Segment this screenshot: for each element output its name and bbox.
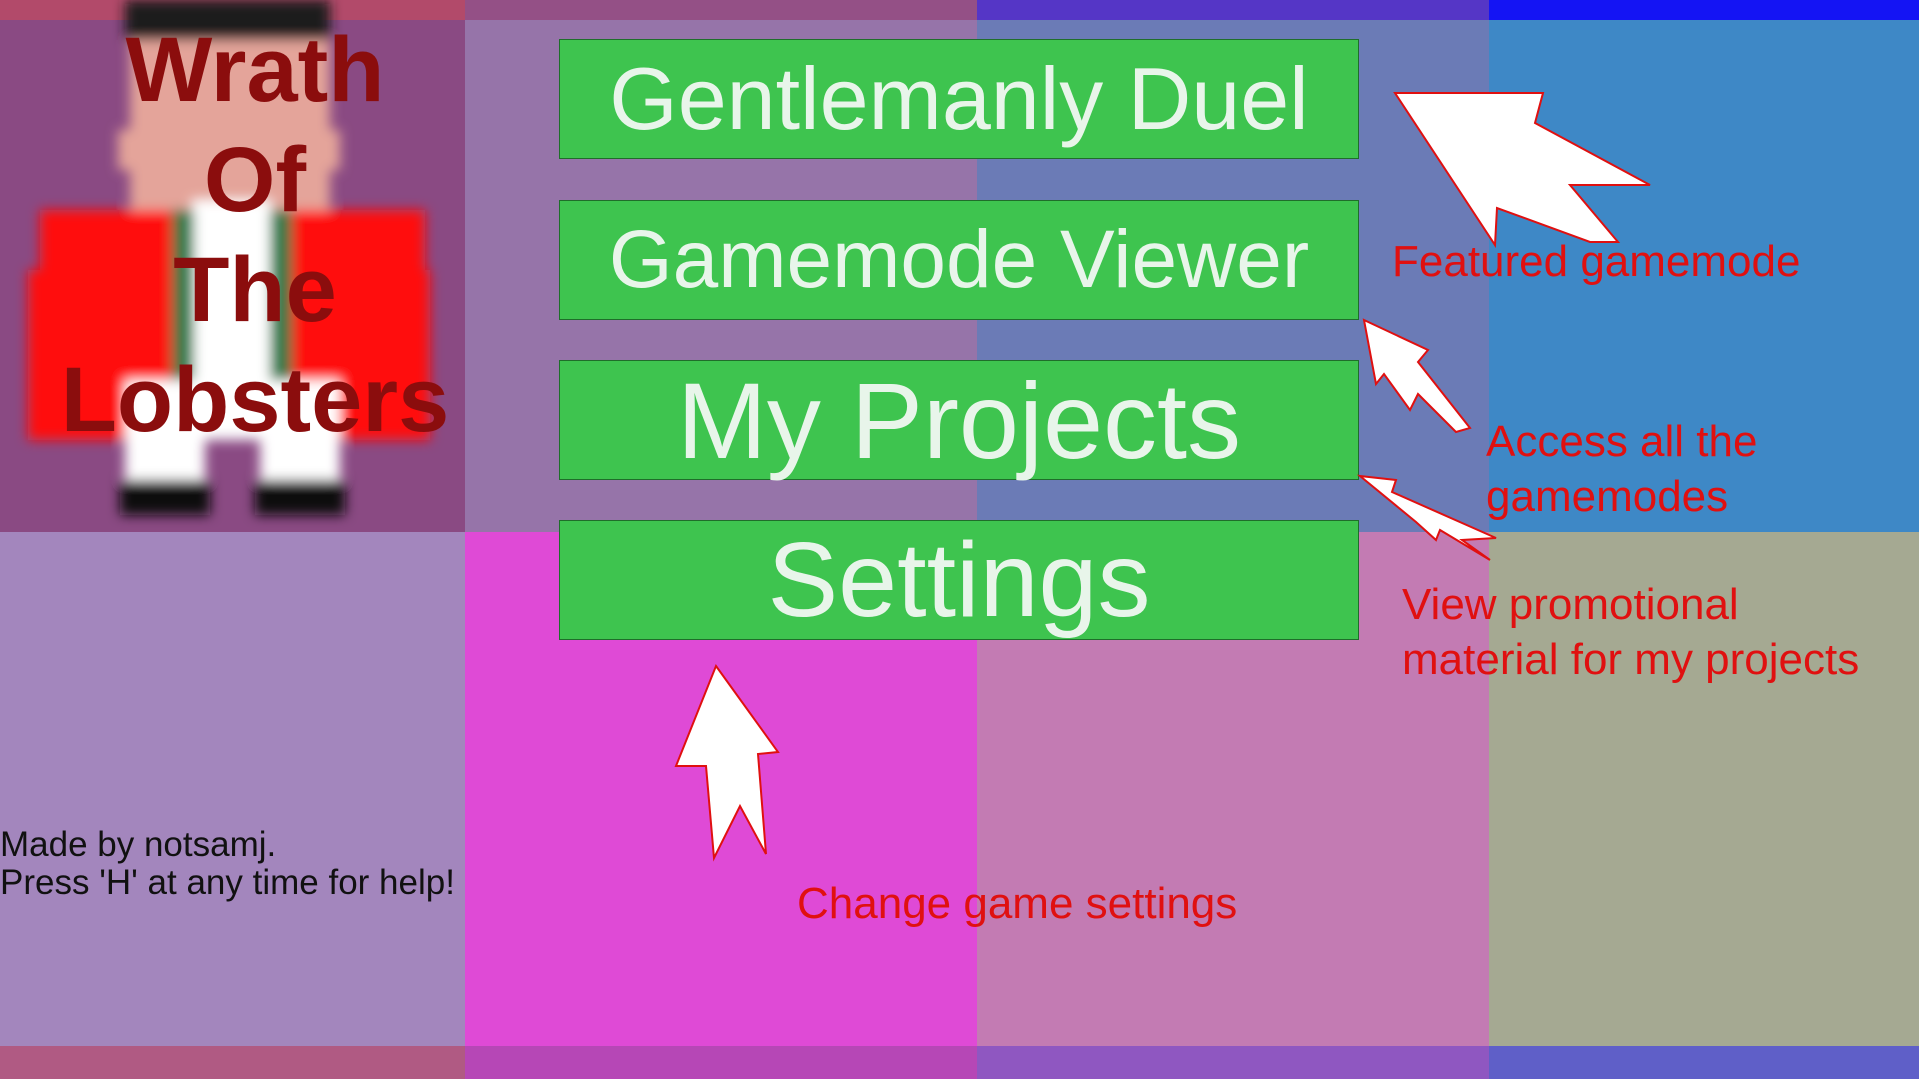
- access-gamemodes-note: Access all the gamemodes: [1486, 414, 1757, 524]
- settings-button[interactable]: Settings: [559, 520, 1359, 640]
- button-label: Gentlemanly Duel: [609, 49, 1309, 148]
- promotional-material-note: View promotional material for my project…: [1402, 577, 1859, 687]
- game-title: Wrath Of The Lobsters: [0, 0, 510, 455]
- button-label: Settings: [767, 520, 1151, 639]
- game-title-line: Of: [203, 129, 307, 231]
- note-line: gamemodes: [1486, 472, 1729, 521]
- button-label: My Projects: [676, 359, 1242, 481]
- top-strip: [1489, 0, 1919, 20]
- top-strip: [977, 0, 1489, 20]
- featured-gamemode-note: Featured gamemode: [1392, 237, 1801, 286]
- game-title-line: Wrath: [125, 19, 385, 121]
- bottom-strip: [1489, 1046, 1919, 1079]
- gamemode-viewer-button[interactable]: Gamemode Viewer: [559, 200, 1359, 320]
- change-settings-note: Change game settings: [797, 879, 1238, 928]
- note-line: View promotional: [1402, 580, 1739, 629]
- button-label: Gamemode Viewer: [608, 214, 1310, 305]
- credits-help-hint: Press 'H' at any time for help!: [0, 863, 455, 902]
- note-line: material for my projects: [1402, 635, 1860, 684]
- game-title-line: The: [173, 239, 337, 341]
- gentlemanly-duel-button[interactable]: Gentlemanly Duel: [559, 39, 1359, 159]
- bottom-strip: [465, 1046, 977, 1079]
- credits-author: Made by notsamj.: [0, 825, 277, 864]
- top-strip: [465, 0, 977, 20]
- note-line: Access all the: [1486, 417, 1758, 466]
- bottom-strip: [0, 1046, 465, 1079]
- credits: Made by notsamj. Press 'H' at any time f…: [0, 826, 455, 902]
- bottom-strip: [977, 1046, 1489, 1079]
- game-title-line: Lobsters: [60, 349, 450, 451]
- my-projects-button[interactable]: My Projects: [559, 359, 1359, 481]
- bg-tile: [0, 532, 465, 1046]
